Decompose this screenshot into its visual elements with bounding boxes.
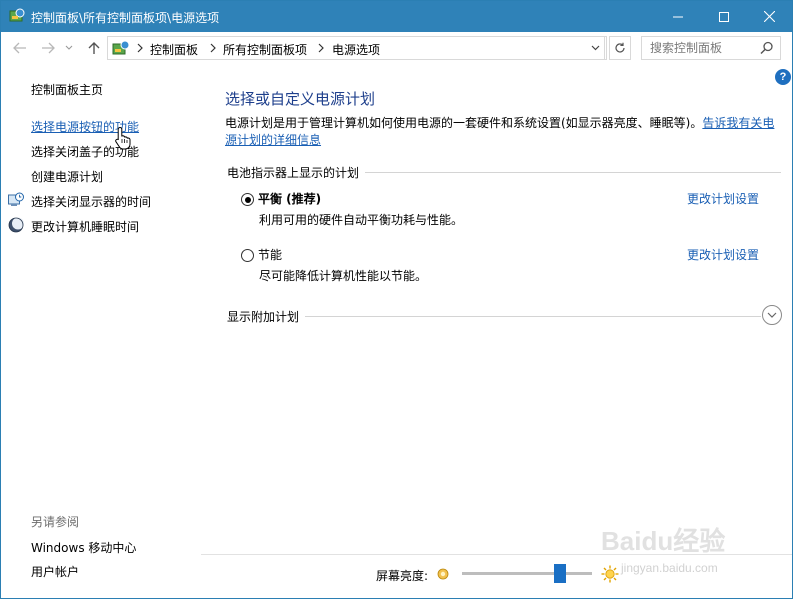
plan-power-saver-change-settings-link[interactable]: 更改计划设置 xyxy=(687,246,759,263)
address-history-dropdown[interactable] xyxy=(587,36,605,60)
arrow-left-icon xyxy=(13,42,26,54)
back-button[interactable] xyxy=(11,39,29,57)
chevron-down-icon xyxy=(65,45,73,50)
refresh-button[interactable] xyxy=(609,36,631,60)
sidebar-item-create-power-plan[interactable]: 创建电源计划 xyxy=(31,168,103,185)
screen-brightness-label: 屏幕亮度: xyxy=(376,569,429,583)
close-button[interactable] xyxy=(746,1,792,32)
expand-additional-plans-button[interactable] xyxy=(762,305,782,325)
page-title: 选择或自定义电源计划 xyxy=(225,90,376,108)
search-icon[interactable] xyxy=(760,41,774,55)
minimize-icon xyxy=(673,16,683,17)
sidebar-item-display-off-time[interactable]: 选择关闭显示器的时间 xyxy=(31,193,151,210)
control-panel-icon xyxy=(112,40,130,55)
chevron-down-icon xyxy=(767,312,777,318)
breadcrumb-separator-icon[interactable] xyxy=(209,43,217,53)
refresh-icon xyxy=(615,42,625,53)
control-panel-app-icon xyxy=(9,8,25,22)
breadcrumb-all-items[interactable]: 所有控制面板项 xyxy=(223,41,307,58)
breadcrumb-separator-icon[interactable] xyxy=(317,43,325,53)
show-additional-plans-label[interactable]: 显示附加计划 xyxy=(227,308,306,325)
brightness-low-icon xyxy=(437,568,449,580)
additional-plans-divider xyxy=(227,316,761,317)
maximize-button[interactable] xyxy=(701,1,747,32)
arrow-up-icon xyxy=(88,42,100,54)
breadcrumb-control-panel[interactable]: 控制面板 xyxy=(150,41,198,58)
title-bar[interactable]: 控制面板\所有控制面板项\电源选项 xyxy=(1,1,792,32)
brightness-slider-thumb[interactable] xyxy=(554,564,567,583)
page-description: 电源计划是用于管理计算机如何使用电源的一套硬件和系统设置(如显示器亮度、睡眠等)… xyxy=(225,115,781,149)
arrow-right-icon xyxy=(42,42,55,54)
breadcrumb-separator-icon xyxy=(137,43,143,53)
display-clock-icon xyxy=(8,192,24,206)
search-box[interactable] xyxy=(641,36,781,60)
main-content: 选择或自定义电源计划 电源计划是用于管理计算机如何使用电源的一套硬件和系统设置(… xyxy=(201,64,792,598)
up-button[interactable] xyxy=(85,39,103,57)
address-box[interactable]: 控制面板 所有控制面板项 电源选项 xyxy=(107,36,607,60)
control-panel-home-link[interactable]: 控制面板主页 xyxy=(31,81,103,98)
watermark-url: jingyan.baidu.com xyxy=(621,561,718,575)
see-also-user-accounts-link[interactable]: 用户帐户 xyxy=(31,563,79,580)
plan-power-saver-radio[interactable] xyxy=(241,249,254,262)
moon-sleep-icon xyxy=(8,217,24,233)
description-text: 电源计划是用于管理计算机如何使用电源的一套硬件和系统设置(如显示器亮度、睡眠等)… xyxy=(225,116,703,130)
window-title: 控制面板\所有控制面板项\电源选项 xyxy=(31,11,220,25)
search-input[interactable] xyxy=(642,37,758,59)
brightness-slider-track[interactable] xyxy=(462,572,592,575)
sidebar-item-sleep-time[interactable]: 更改计算机睡眠时间 xyxy=(31,218,139,235)
plan-balanced-change-settings-link[interactable]: 更改计划设置 xyxy=(687,190,759,207)
left-navigation-pane: 控制面板主页 选择电源按钮的功能 选择关闭盖子的功能 创建电源计划 选择关闭显示… xyxy=(1,64,201,598)
plan-balanced-description: 利用可用的硬件自动平衡功耗与性能。 xyxy=(259,213,464,227)
forward-button[interactable] xyxy=(39,39,57,57)
see-also-mobility-center-link[interactable]: Windows 移动中心 xyxy=(31,539,136,556)
plan-balanced-name[interactable]: 平衡 (推荐) xyxy=(258,190,321,207)
plan-power-saver-description: 尽可能降低计算机性能以节能。 xyxy=(259,269,428,283)
maximize-icon xyxy=(719,11,729,22)
navigation-bar: 控制面板 所有控制面板项 电源选项 xyxy=(1,32,792,64)
baidu-watermark: Baidu经验 jingyan.baidu.com xyxy=(601,521,791,581)
see-also-heading: 另请参阅 xyxy=(31,515,80,529)
hand-pointer-cursor-icon xyxy=(115,126,131,150)
plan-balanced-radio[interactable] xyxy=(241,193,254,206)
recent-locations-button[interactable] xyxy=(63,39,75,57)
watermark-text: Baidu经验 xyxy=(601,526,726,556)
minimize-button[interactable] xyxy=(655,1,701,32)
breadcrumb-power-options[interactable]: 电源选项 xyxy=(332,41,380,58)
plan-power-saver-name[interactable]: 节能 xyxy=(258,246,282,263)
close-icon xyxy=(763,11,775,22)
chevron-down-icon xyxy=(591,45,600,51)
power-options-window: 控制面板\所有控制面板项\电源选项 控制面板 所有控制面板项 电源选项 搜索控制… xyxy=(0,0,793,599)
battery-meter-plans-heading: 电池指示器上显示的计划 xyxy=(227,164,366,181)
